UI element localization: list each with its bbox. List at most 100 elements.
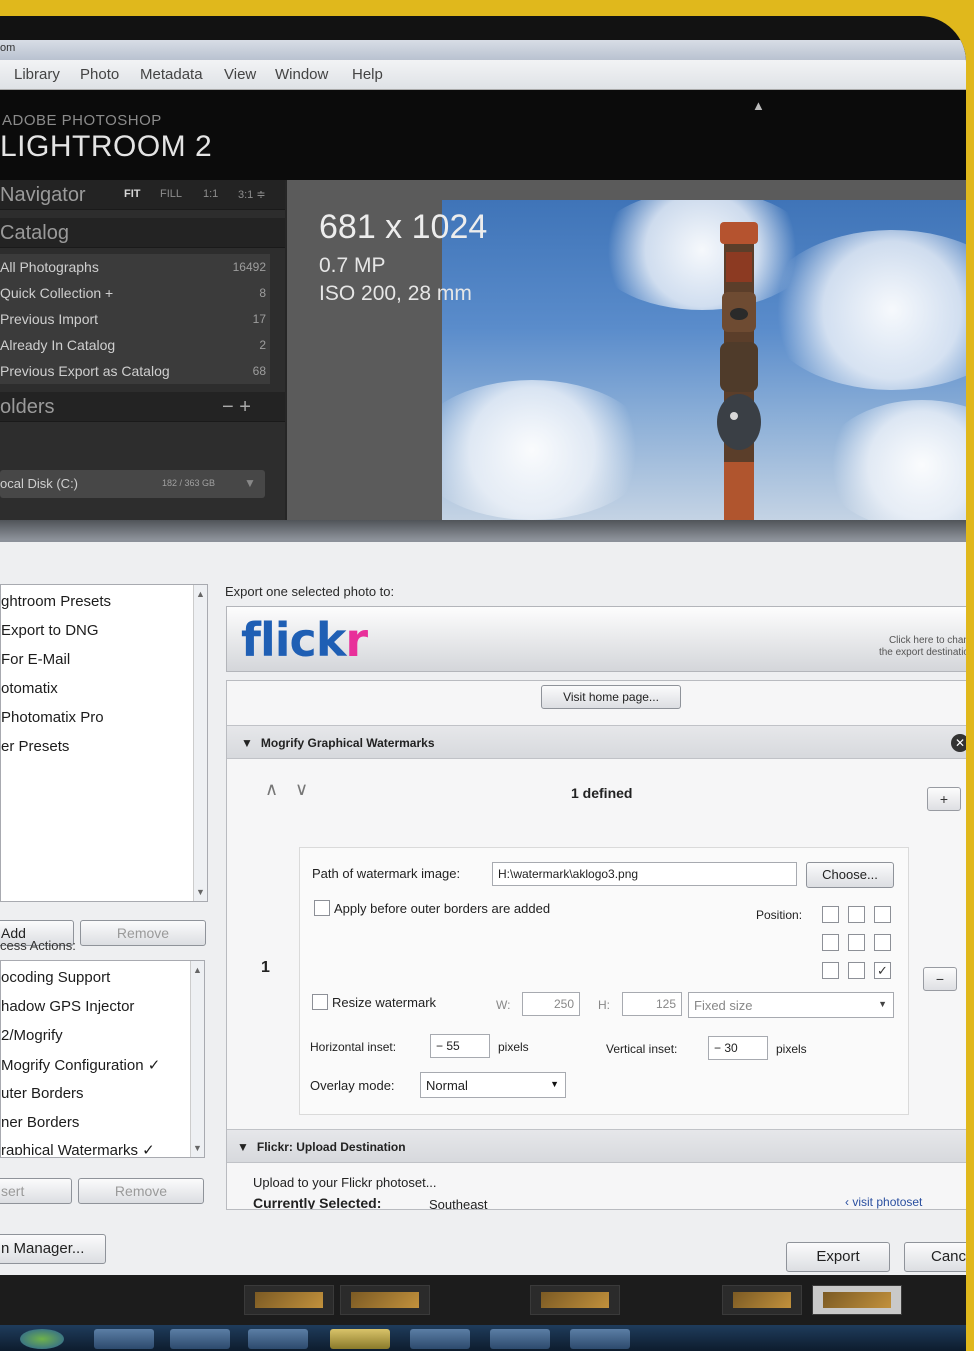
navigator-header[interactable]: Navigator FIT FILL 1:1 3:1 ≑ bbox=[0, 180, 285, 210]
preset-item[interactable]: er Presets bbox=[1, 738, 69, 755]
position-bottom-right[interactable]: ✓ bbox=[874, 962, 891, 979]
filmstrip-thumbnail[interactable] bbox=[530, 1285, 620, 1315]
taskbar-app[interactable] bbox=[170, 1329, 230, 1349]
move-up-icon[interactable]: ∧ bbox=[265, 779, 278, 800]
filmstrip-thumbnail[interactable] bbox=[340, 1285, 430, 1315]
position-bottom-left[interactable] bbox=[822, 962, 839, 979]
zoom-3-1[interactable]: 3:1 ≑ bbox=[238, 188, 266, 201]
catalog-item[interactable]: All Photographs 16492 bbox=[0, 254, 270, 280]
size-mode-select[interactable]: Fixed size ▼ bbox=[688, 992, 894, 1018]
scroll-down-icon[interactable]: ▼ bbox=[193, 1143, 202, 1153]
filmstrip-thumbnail[interactable] bbox=[244, 1285, 334, 1315]
post-action-item[interactable]: Mogrify Configuration ✓ bbox=[1, 1056, 160, 1074]
change-destination-hint[interactable]: Click here to chan the export destinatio bbox=[879, 635, 966, 659]
position-top-left[interactable] bbox=[822, 906, 839, 923]
taskbar-app[interactable] bbox=[490, 1329, 550, 1349]
taskbar-app[interactable] bbox=[248, 1329, 308, 1349]
height-input[interactable]: 125 bbox=[622, 992, 682, 1016]
post-action-item[interactable]: ocoding Support bbox=[1, 969, 110, 986]
zoom-fill[interactable]: FILL bbox=[160, 188, 182, 200]
catalog-item[interactable]: Previous Import 17 bbox=[0, 306, 270, 332]
catalog-item[interactable]: Already In Catalog 2 bbox=[0, 332, 270, 358]
catalog-item-count: 17 bbox=[252, 312, 266, 326]
width-input[interactable]: 250 bbox=[522, 992, 580, 1016]
zoom-fit[interactable]: FIT bbox=[124, 188, 141, 200]
add-watermark-button[interactable]: + bbox=[927, 787, 961, 811]
preset-item[interactable]: For E-Mail bbox=[1, 651, 70, 668]
remove-action-button[interactable]: Remove bbox=[78, 1178, 204, 1204]
export-destination-bar[interactable]: flickr Click here to chan the export des… bbox=[226, 606, 966, 672]
menu-photo[interactable]: Photo bbox=[80, 66, 119, 83]
catalog-item[interactable]: Previous Export as Catalog 68 bbox=[0, 358, 270, 384]
overlay-mode-label: Overlay mode: bbox=[310, 1078, 395, 1093]
apply-before-checkbox[interactable] bbox=[314, 900, 330, 916]
catalog-item[interactable]: Quick Collection + 8 bbox=[0, 280, 270, 306]
visit-photoset-link[interactable]: ‹ visit photoset bbox=[845, 1195, 922, 1209]
close-section-icon[interactable]: ✕ bbox=[951, 734, 966, 752]
visit-home-page-button[interactable]: Visit home page... bbox=[541, 685, 681, 709]
position-middle-right[interactable] bbox=[874, 934, 891, 951]
vertical-inset-input[interactable]: − 30 bbox=[708, 1036, 768, 1060]
disk-expand-icon[interactable]: ▼ bbox=[244, 476, 256, 490]
cancel-button[interactable]: Canc bbox=[904, 1242, 966, 1272]
export-button[interactable]: Export bbox=[786, 1242, 890, 1272]
menu-window[interactable]: Window bbox=[275, 66, 328, 83]
taskbar-app[interactable] bbox=[570, 1329, 630, 1349]
menu-metadata[interactable]: Metadata bbox=[140, 66, 203, 83]
preset-item[interactable]: ghtroom Presets bbox=[1, 593, 111, 610]
menu-view[interactable]: View bbox=[224, 66, 256, 83]
folders-header[interactable]: olders − + bbox=[0, 392, 285, 422]
filmstrip-thumbnail-selected[interactable] bbox=[812, 1285, 902, 1315]
collapse-triangle-icon[interactable]: ▲ bbox=[752, 98, 765, 113]
scroll-up-icon[interactable]: ▲ bbox=[196, 589, 205, 599]
scroll-down-icon[interactable]: ▼ bbox=[196, 887, 205, 897]
post-action-item[interactable]: ner Borders bbox=[1, 1114, 79, 1131]
post-action-item[interactable]: uter Borders bbox=[1, 1085, 84, 1102]
disclosure-triangle-icon[interactable]: ▼ bbox=[241, 736, 253, 750]
disclosure-triangle-icon[interactable]: ▼ bbox=[237, 1140, 249, 1154]
post-actions-scrollbar[interactable]: ▲ ▼ bbox=[190, 961, 204, 1157]
scroll-up-icon[interactable]: ▲ bbox=[193, 965, 202, 975]
position-top-center[interactable] bbox=[848, 906, 865, 923]
photo-preview: 681 x 1024 0.7 MP ISO 200, 28 mm bbox=[287, 180, 966, 520]
upload-section-header[interactable]: ▼ Flickr: Upload Destination bbox=[227, 1129, 966, 1163]
catalog-header[interactable]: Catalog bbox=[0, 218, 285, 248]
overlay-mode-value: Normal bbox=[426, 1078, 468, 1093]
position-bottom-center[interactable] bbox=[848, 962, 865, 979]
insert-action-button[interactable]: sert bbox=[0, 1178, 72, 1204]
resize-watermark-checkbox[interactable] bbox=[312, 994, 328, 1010]
plugin-manager-button[interactable]: n Manager... bbox=[0, 1234, 106, 1264]
remove-watermark-button[interactable]: − bbox=[923, 967, 957, 991]
post-action-item[interactable]: 2/Mogrify bbox=[1, 1027, 63, 1044]
choose-button[interactable]: Choose... bbox=[806, 862, 894, 888]
taskbar-app[interactable] bbox=[94, 1329, 154, 1349]
horizontal-inset-input[interactable]: − 55 bbox=[430, 1034, 490, 1058]
zoom-1-1[interactable]: 1:1 bbox=[203, 188, 218, 200]
watermarks-section-header[interactable]: ▼ Mogrify Graphical Watermarks ✕ bbox=[227, 725, 966, 759]
post-action-item[interactable]: hadow GPS Injector bbox=[1, 998, 134, 1015]
position-top-right[interactable] bbox=[874, 906, 891, 923]
remove-preset-button[interactable]: Remove bbox=[80, 920, 206, 946]
start-button[interactable] bbox=[20, 1329, 64, 1349]
disk-row[interactable]: ocal Disk (C:) 182 / 363 GB ▼ bbox=[0, 470, 265, 498]
presets-scrollbar[interactable]: ▲ ▼ bbox=[193, 585, 207, 901]
post-actions-list[interactable]: ocoding Support hadow GPS Injector 2/Mog… bbox=[0, 960, 205, 1158]
position-middle-left[interactable] bbox=[822, 934, 839, 951]
menu-help[interactable]: Help bbox=[352, 66, 383, 83]
position-center[interactable] bbox=[848, 934, 865, 951]
filmstrip-thumbnail[interactable] bbox=[722, 1285, 802, 1315]
folders-add-remove[interactable]: − + bbox=[222, 396, 251, 419]
menu-library[interactable]: Library bbox=[14, 66, 60, 83]
move-down-icon[interactable]: ∨ bbox=[295, 779, 308, 800]
preset-item[interactable]: otomatix bbox=[1, 680, 58, 697]
overlay-mode-select[interactable]: Normal ▼ bbox=[420, 1072, 566, 1098]
presets-list[interactable]: ghtroom Presets Export to DNG For E-Mail… bbox=[0, 584, 208, 902]
path-input[interactable]: H:\watermark\aklogo3.png bbox=[492, 862, 797, 886]
taskbar-app[interactable] bbox=[330, 1329, 390, 1349]
post-action-item[interactable]: raphical Watermarks ✓ bbox=[1, 1141, 155, 1155]
upload-text: Upload to your Flickr photoset... bbox=[253, 1175, 437, 1190]
catalog-item-label: Previous Import bbox=[0, 311, 99, 327]
preset-item[interactable]: Photomatix Pro bbox=[1, 709, 104, 726]
taskbar-app[interactable] bbox=[410, 1329, 470, 1349]
preset-item[interactable]: Export to DNG bbox=[1, 622, 99, 639]
